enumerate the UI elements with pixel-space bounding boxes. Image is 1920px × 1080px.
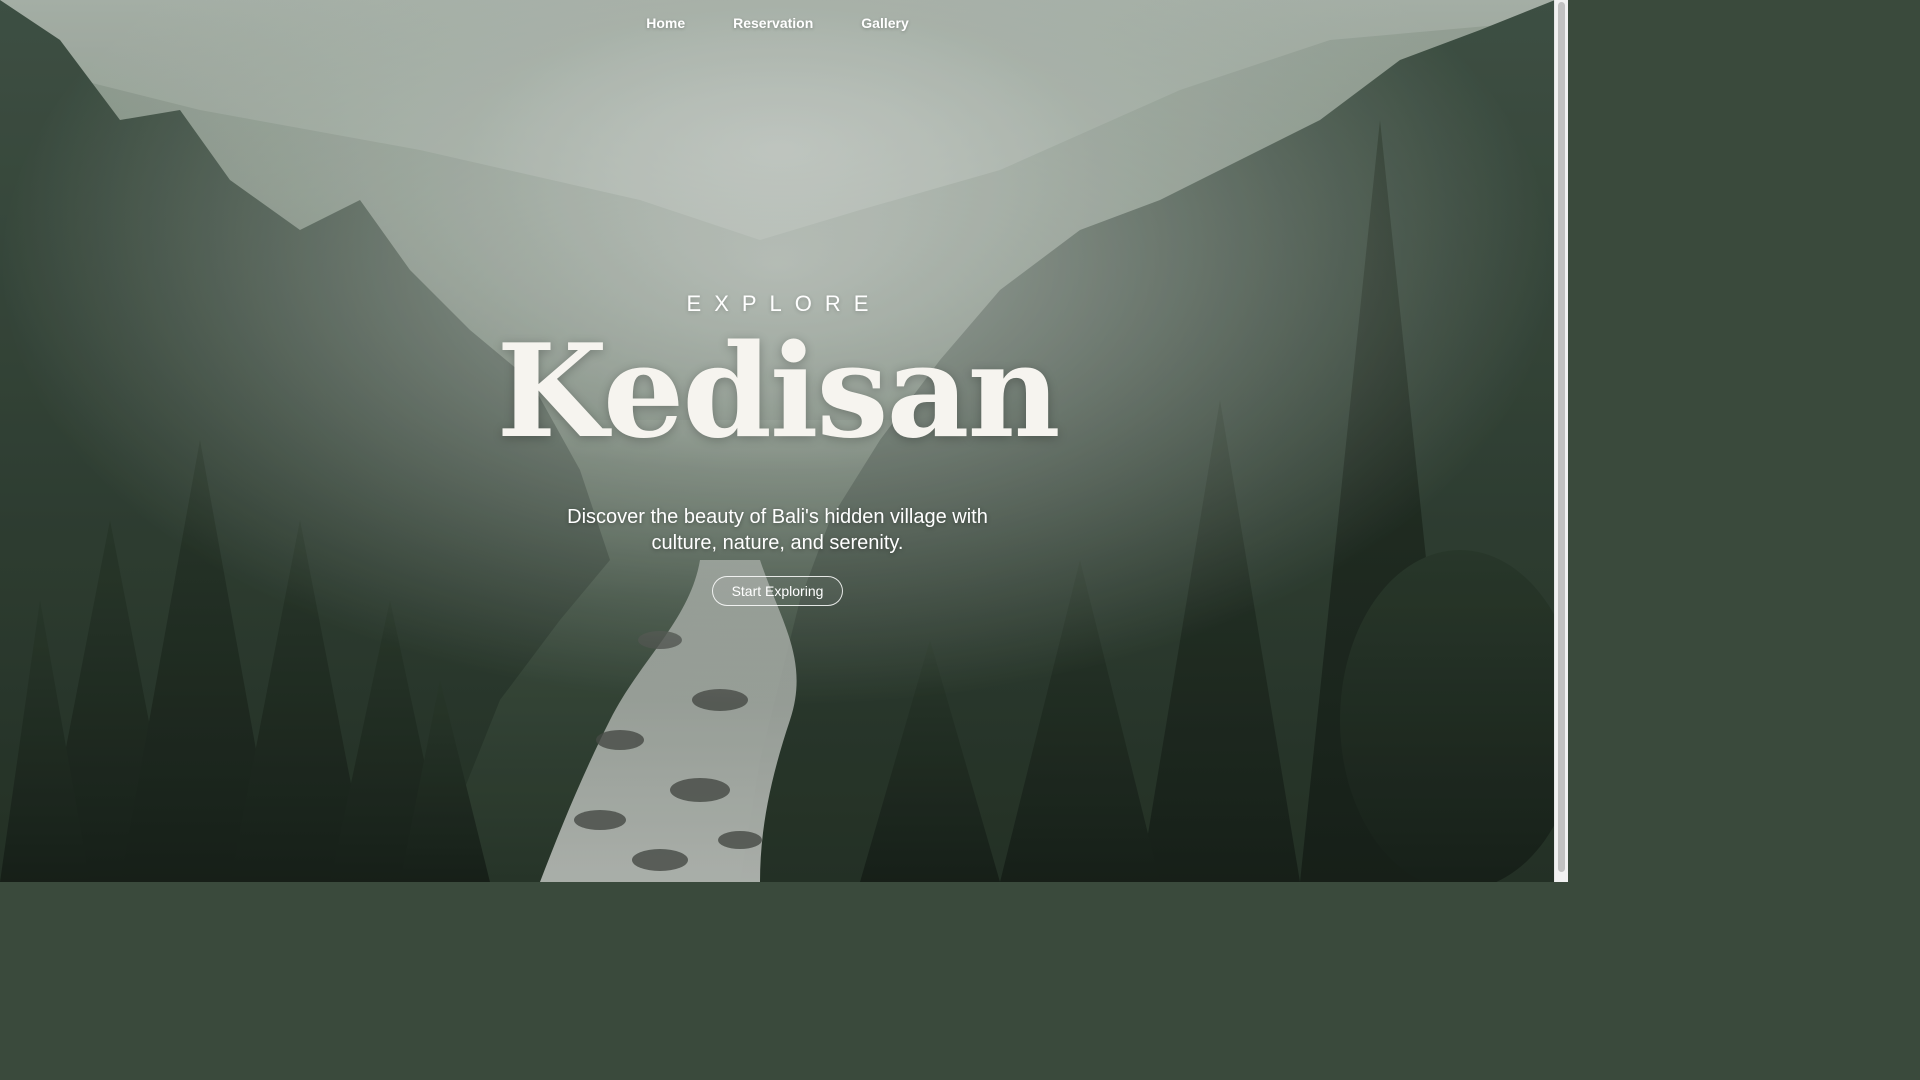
top-navigation: Home Reservation Gallery bbox=[0, 0, 1555, 46]
hero-section: Home Reservation Gallery EXPLORE Kedisan… bbox=[0, 0, 1555, 882]
nav-link-home[interactable]: Home bbox=[622, 0, 709, 46]
start-exploring-button[interactable]: Start Exploring bbox=[711, 576, 844, 606]
nav-link-reservation[interactable]: Reservation bbox=[709, 0, 837, 46]
nav-link-gallery[interactable]: Gallery bbox=[837, 0, 932, 46]
hero-eyebrow: EXPLORE bbox=[686, 291, 882, 316]
hero-content: EXPLORE Kedisan Discover the beauty of B… bbox=[0, 288, 1555, 606]
hero-tagline: Discover the beauty of Bali's hidden vil… bbox=[567, 506, 988, 554]
hero-title: Kedisan bbox=[496, 317, 1060, 467]
scrollbar-thumb[interactable] bbox=[1558, 2, 1565, 872]
vertical-scrollbar[interactable] bbox=[1554, 0, 1568, 882]
